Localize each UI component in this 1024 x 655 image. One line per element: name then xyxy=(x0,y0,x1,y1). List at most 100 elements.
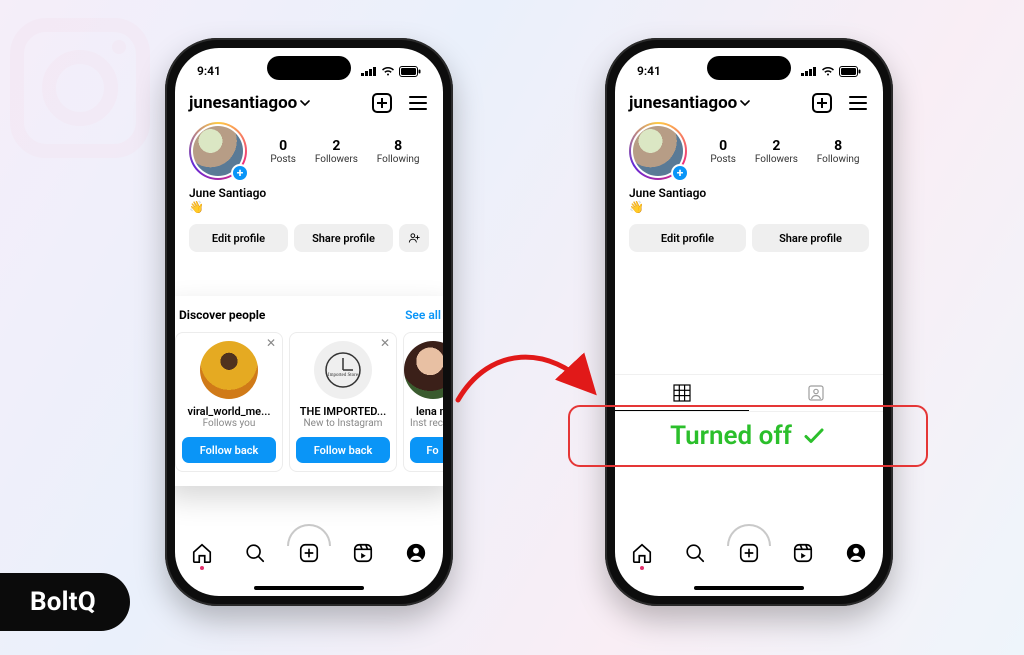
nav-profile[interactable] xyxy=(405,542,427,564)
phone-left: 9:41 junesantiagoo + xyxy=(165,38,453,606)
add-story-icon: + xyxy=(231,164,249,182)
status-time: 9:41 xyxy=(637,64,661,78)
menu-button[interactable] xyxy=(407,92,429,114)
plus-square-icon xyxy=(372,93,392,113)
brand-badge: BoltQ xyxy=(0,573,130,631)
svg-text:Imported Store: Imported Store xyxy=(328,373,359,378)
stat-following-count: 8 xyxy=(377,138,420,154)
edit-profile-button[interactable]: Edit profile xyxy=(629,224,746,252)
discover-sub-1: Follows you xyxy=(182,418,276,429)
stat-following[interactable]: 8 Following xyxy=(377,138,420,165)
nav-home[interactable] xyxy=(191,542,213,564)
nav-search[interactable] xyxy=(244,542,266,564)
profile-icon xyxy=(405,542,427,564)
share-profile-button[interactable]: Share profile xyxy=(294,224,393,252)
stat-followers[interactable]: 2 Followers xyxy=(315,138,358,165)
stat-followers-label: Followers xyxy=(755,154,798,165)
dynamic-island xyxy=(267,56,351,80)
search-icon xyxy=(244,542,266,564)
phone-right-screen: 9:41 junesantiagoo + xyxy=(615,48,883,596)
bio: 👋 xyxy=(175,200,443,214)
profile-summary: + 0 Posts 2 Followers 8 Following xyxy=(175,122,443,180)
phone-right: 9:41 junesantiagoo + xyxy=(605,38,893,606)
callout-text: Turned off xyxy=(670,421,792,451)
dynamic-island xyxy=(707,56,791,80)
discover-card-row[interactable]: ✕ viral_world_me... Follows you Follow b… xyxy=(175,332,443,472)
chevron-down-icon xyxy=(300,98,310,108)
discover-card-1: ✕ viral_world_me... Follows you Follow b… xyxy=(175,332,283,472)
stat-posts-label: Posts xyxy=(270,154,296,165)
discover-avatar-1[interactable] xyxy=(200,341,258,399)
stat-following[interactable]: 8 Following xyxy=(817,138,860,165)
close-icon[interactable]: ✕ xyxy=(380,337,390,349)
nav-profile[interactable] xyxy=(845,542,867,564)
nav-create[interactable] xyxy=(738,542,760,564)
reels-icon xyxy=(352,542,374,564)
stat-following-count: 8 xyxy=(817,138,860,154)
discover-people-button[interactable] xyxy=(399,224,429,252)
stat-posts[interactable]: 0 Posts xyxy=(270,138,296,165)
discover-avatar-2[interactable]: Imported Store xyxy=(314,341,372,399)
stat-following-label: Following xyxy=(377,154,420,165)
plus-square-icon xyxy=(738,542,760,564)
stat-following-label: Following xyxy=(817,154,860,165)
nav-home[interactable] xyxy=(631,542,653,564)
stat-posts[interactable]: 0 Posts xyxy=(710,138,736,165)
battery-icon xyxy=(399,66,421,77)
nav-reels[interactable] xyxy=(792,542,814,564)
profile-header: junesantiagoo xyxy=(175,88,443,122)
avatar-add-story[interactable]: + xyxy=(629,122,687,180)
stat-posts-count: 0 xyxy=(270,138,296,154)
profile-summary: + 0 Posts 2 Followers 8 Following xyxy=(615,122,883,180)
notification-dot xyxy=(200,566,204,570)
stat-followers-count: 2 xyxy=(755,138,798,154)
create-post-button[interactable] xyxy=(371,92,393,114)
bio: 👋 xyxy=(615,200,883,214)
see-all-link[interactable]: See all xyxy=(405,308,441,322)
discover-avatar-3[interactable] xyxy=(404,341,444,399)
nav-reels[interactable] xyxy=(352,542,374,564)
username-text: junesantiagoo xyxy=(629,93,737,113)
status-indicators xyxy=(361,66,421,77)
create-post-button[interactable] xyxy=(811,92,833,114)
follow-back-button-1[interactable]: Follow back xyxy=(182,437,276,463)
edit-profile-button[interactable]: Edit profile xyxy=(189,224,288,252)
nav-search[interactable] xyxy=(684,542,706,564)
follow-button-3[interactable]: Fo xyxy=(410,437,443,463)
discover-sub-2: New to Instagram xyxy=(296,418,390,429)
discover-card-2: ✕ Imported Store THE IMPORTED... New to … xyxy=(289,332,397,472)
avatar-add-story[interactable]: + xyxy=(189,122,247,180)
profile-actions: Edit profile Share profile xyxy=(615,214,883,264)
close-icon[interactable]: ✕ xyxy=(266,337,276,349)
stat-posts-count: 0 xyxy=(710,138,736,154)
hamburger-icon xyxy=(409,96,427,110)
chevron-down-icon xyxy=(740,98,750,108)
home-indicator xyxy=(254,586,364,590)
menu-button[interactable] xyxy=(847,92,869,114)
add-person-icon xyxy=(407,231,421,245)
username-text: junesantiagoo xyxy=(189,93,297,113)
nav-create[interactable] xyxy=(298,542,320,564)
display-name: June Santiago xyxy=(175,180,443,200)
stat-followers-count: 2 xyxy=(315,138,358,154)
profile-header: junesantiagoo xyxy=(615,88,883,122)
search-icon xyxy=(684,542,706,564)
background-instagram-icon xyxy=(10,18,150,158)
share-profile-button[interactable]: Share profile xyxy=(752,224,869,252)
discover-title: Discover people xyxy=(179,308,265,322)
profile-actions: Edit profile Share profile xyxy=(175,214,443,264)
discover-people-panel: Discover people See all ✕ viral_world_me… xyxy=(175,296,443,486)
discover-card-3: lena m Inst recom Fo xyxy=(403,332,443,472)
stat-followers[interactable]: 2 Followers xyxy=(755,138,798,165)
reels-icon xyxy=(792,542,814,564)
username-dropdown[interactable]: junesantiagoo xyxy=(189,93,310,113)
battery-icon xyxy=(839,66,861,77)
signal-icon xyxy=(361,66,377,76)
turned-off-callout: Turned off xyxy=(568,405,928,467)
tagged-icon xyxy=(807,384,825,402)
phone-left-screen: 9:41 junesantiagoo + xyxy=(175,48,443,596)
username-dropdown[interactable]: junesantiagoo xyxy=(629,93,750,113)
plus-square-icon xyxy=(812,93,832,113)
follow-back-button-2[interactable]: Follow back xyxy=(296,437,390,463)
status-time: 9:41 xyxy=(197,64,221,78)
